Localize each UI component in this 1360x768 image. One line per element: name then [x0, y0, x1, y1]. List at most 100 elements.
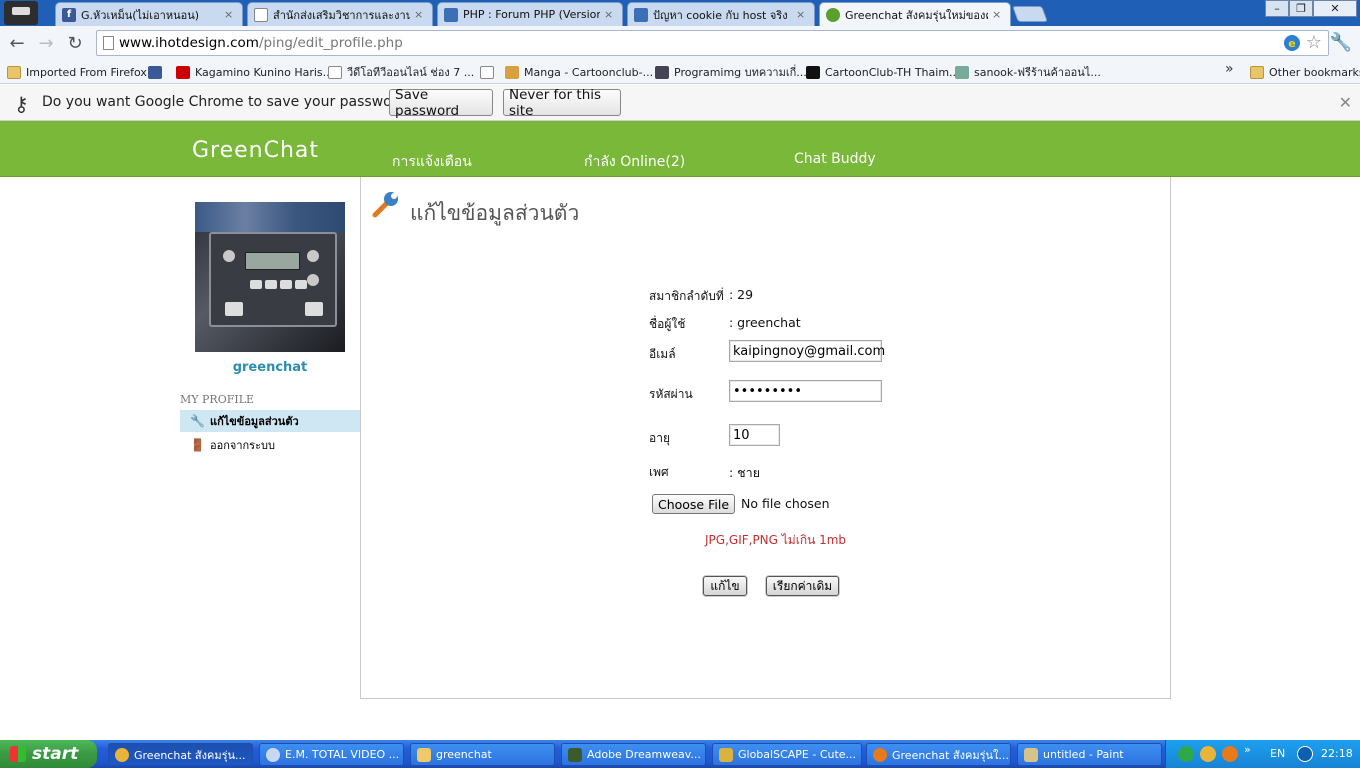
file-status: No file chosen: [741, 496, 830, 511]
page-icon: [254, 7, 268, 22]
taskbar-item[interactable]: untitled - Paint: [1017, 743, 1162, 766]
bookmark-label: Other bookmarks: [1269, 65, 1360, 79]
browser-tab[interactable]: ปัญหา cookie กับ host จริง ครับ ×: [627, 2, 815, 26]
maximize-button[interactable]: ❐: [1289, 0, 1313, 17]
browser-tab[interactable]: f G.หัวเหม็น(ไม่เอาหนอน) ×: [55, 2, 243, 26]
bookmark-item[interactable]: Kagamino Kunino Haris...: [176, 63, 333, 81]
save-password-button[interactable]: Save password: [389, 87, 493, 119]
member-number-value: : 29: [729, 287, 754, 302]
tab-close-icon[interactable]: ×: [992, 8, 1004, 21]
dreamweaver-icon: [568, 747, 582, 762]
reset-button[interactable]: เรียกค่าเดิม: [766, 576, 839, 596]
ie-tab-icon[interactable]: e: [1284, 35, 1300, 51]
never-for-this-site-button[interactable]: Never for this site: [503, 87, 621, 119]
clock[interactable]: 22:18: [1321, 747, 1353, 760]
submit-button[interactable]: แก้ไข: [703, 576, 747, 596]
address-bar[interactable]: www.ihotdesign.com/ping/edit_profile.php…: [96, 30, 1329, 56]
minimize-button[interactable]: –: [1265, 0, 1289, 17]
taskbar-item[interactable]: GlobalSCAPE - Cute...: [712, 743, 862, 766]
bookmark-label: วีดีโอทีวีออนไลน์ ช่อง 7 ...: [347, 66, 475, 79]
start-button[interactable]: start: [0, 740, 97, 768]
bookmark-label: Programimg บทความเกี่...: [674, 66, 807, 79]
s-icon: [955, 65, 969, 79]
taskbar-item-label: untitled - Paint: [1043, 748, 1124, 761]
windows-taskbar: start Greenchat สังคมรุ่น... E.M. TOTAL …: [0, 740, 1360, 768]
url-host: www.ihotdesign.com: [119, 35, 259, 51]
back-button[interactable]: ←: [6, 32, 28, 54]
browser-tab-active[interactable]: Greenchat สังคมรุ่นใหม่ของคน ×: [819, 2, 1011, 26]
choose-file-button[interactable]: Choose File: [652, 494, 735, 514]
bookmark-item[interactable]: วีดีโอทีวีออนไลน์ ช่อง 7 ...: [328, 63, 474, 81]
chrome-tray-icon[interactable]: [1200, 746, 1216, 762]
page-icon: [328, 65, 342, 79]
taskbar-item[interactable]: Adobe Dreamweav...: [561, 743, 706, 766]
taskbar-item[interactable]: Greenchat สังคมรุ่น...: [108, 743, 253, 766]
bookmark-item[interactable]: Manga - Cartoonclub-...: [505, 63, 653, 81]
nav-chat-buddy[interactable]: Chat Buddy: [794, 151, 876, 167]
bookmark-item[interactable]: [148, 63, 167, 81]
browser-tab-strip: f G.หัวเหม็น(ไม่เอาหนอน) × สำนักส่งเสริม…: [0, 0, 1360, 26]
tray-overflow-chevron-icon[interactable]: »: [1244, 743, 1251, 756]
c-icon: [806, 65, 820, 79]
k-icon: [176, 65, 190, 79]
taskbar-item[interactable]: E.M. TOTAL VIDEO ...: [259, 743, 404, 766]
taskbar-item[interactable]: greenchat: [410, 743, 555, 766]
taskbar-item[interactable]: Greenchat สังคมรุ่นใ...: [866, 743, 1011, 766]
bookmark-item[interactable]: Imported From Firefox: [7, 63, 147, 81]
wrench-icon: [372, 192, 398, 218]
gender-label: เพศ: [649, 465, 669, 479]
reload-button[interactable]: ↻: [64, 32, 86, 54]
tab-close-icon[interactable]: ×: [224, 8, 236, 21]
bookmark-label: Imported From Firefox: [26, 65, 147, 79]
window-close-button[interactable]: ✕: [1313, 0, 1357, 17]
url-path: /ping/edit_profile.php: [258, 35, 403, 51]
new-tab-button[interactable]: [1012, 6, 1048, 22]
browser-tab[interactable]: สำนักส่งเสริมวิชาการและงานทะ ×: [247, 2, 433, 26]
bookmark-star-icon[interactable]: ☆: [1306, 32, 1322, 53]
site-logo[interactable]: GreenChat: [192, 138, 319, 163]
start-label: start: [32, 744, 79, 764]
password-field[interactable]: •••••••••: [729, 380, 882, 402]
incognito-avatar-icon: [4, 1, 38, 25]
sidebar-item-logout[interactable]: 🚪 ออกจากระบบ: [180, 434, 360, 456]
tab-title: สำนักส่งเสริมวิชาการและงานทะ: [273, 8, 410, 22]
browser-tab[interactable]: PHP : Forum PHP (Version 3.0 ×: [437, 2, 623, 26]
logout-door-icon: 🚪: [190, 438, 205, 452]
sidebar-username[interactable]: greenchat: [195, 360, 345, 375]
windows-flag-icon: [10, 746, 26, 762]
wrench-menu-icon[interactable]: 🔧: [1330, 32, 1352, 53]
forum-icon: [634, 7, 648, 22]
tab-close-icon[interactable]: ×: [414, 8, 426, 21]
age-label: อายุ: [649, 431, 670, 445]
folder-icon: [417, 747, 431, 762]
back-arrow-tray-icon[interactable]: [1297, 746, 1313, 762]
bookmark-item[interactable]: sanook-ฟรีร้านค้าออนไ...: [955, 63, 1101, 81]
forward-button[interactable]: →: [35, 32, 57, 54]
nav-online[interactable]: กำลัง Online(2): [584, 151, 685, 173]
age-field[interactable]: 10: [729, 424, 780, 446]
gender-value: : ชาย: [729, 465, 761, 480]
whatsapp-tray-icon[interactable]: [1178, 746, 1194, 762]
nav-notifications[interactable]: การแจ้งเตือน: [392, 151, 472, 173]
bookmark-item[interactable]: CartoonClub-TH Thaim...: [806, 63, 960, 81]
member-number-label: สมาชิกลำดับที่: [649, 289, 724, 303]
facebook-icon: [148, 65, 162, 79]
bookmark-item[interactable]: [480, 63, 499, 81]
language-indicator[interactable]: EN: [1270, 747, 1285, 760]
key-icon: ⚷: [14, 92, 29, 116]
firefox-tray-icon[interactable]: [1222, 746, 1238, 762]
tab-close-icon[interactable]: ×: [796, 8, 808, 21]
other-bookmarks[interactable]: Other bookmarks: [1250, 63, 1360, 81]
bookmark-item[interactable]: Programimg บทความเกี่...: [655, 63, 807, 81]
save-password-infobar: ⚷ Do you want Google Chrome to save your…: [0, 85, 1360, 121]
email-field[interactable]: kaipingnoy@gmail.com: [729, 340, 885, 362]
tab-close-icon[interactable]: ×: [604, 8, 616, 21]
sidebar-item-label: ออกจากระบบ: [210, 439, 275, 452]
infobar-close-icon[interactable]: ✕: [1339, 93, 1352, 112]
sidebar-item-edit-profile[interactable]: 🔧 แก้ไขข้อมูลส่วนตัว: [180, 410, 360, 432]
system-tray: » EN 22:18: [1165, 740, 1360, 768]
bookmarks-overflow-chevron-icon[interactable]: »: [1225, 61, 1234, 77]
taskbar-item-label: greenchat: [436, 748, 492, 761]
tab-title: ปัญหา cookie กับ host จริง ครับ: [653, 8, 792, 22]
bookmark-label: sanook-ฟรีร้านค้าออนไ...: [974, 66, 1101, 79]
